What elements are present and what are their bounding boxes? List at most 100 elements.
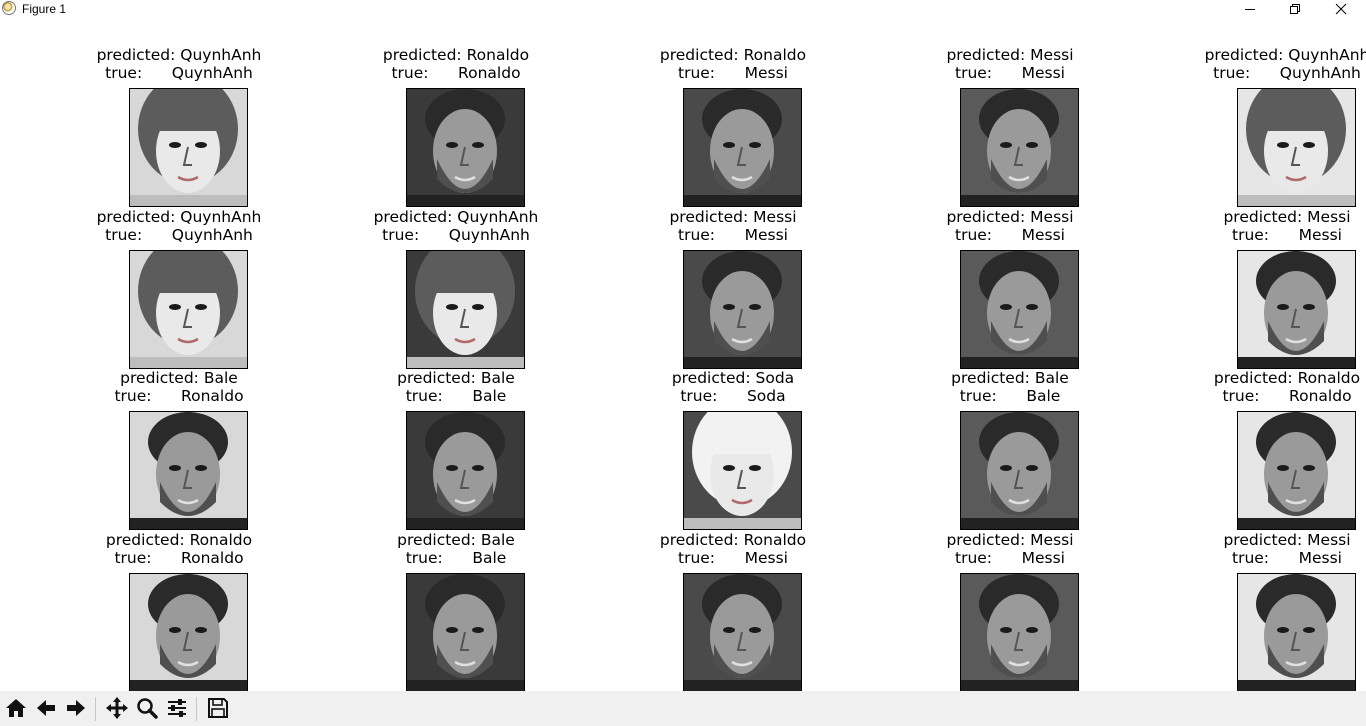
face-image: [407, 412, 524, 529]
face-thumbnail: [960, 88, 1079, 207]
face-thumbnail: [683, 573, 802, 692]
forward-button[interactable]: [63, 695, 89, 721]
window-title-bar: Figure 1: [0, 0, 1366, 18]
true-prefix: true:: [105, 226, 143, 244]
predicted-value: QuynhAnh: [180, 46, 262, 64]
predicted-value: Messi: [1307, 208, 1351, 226]
pan-button[interactable]: [104, 695, 130, 721]
face-thumbnail: [683, 250, 802, 369]
true-prefix: true:: [955, 549, 993, 567]
true-value: Bale: [1026, 387, 1061, 405]
face-thumbnail: [129, 411, 248, 530]
window-title: Figure 1: [22, 2, 67, 16]
true-value: Messi: [744, 226, 788, 244]
face-image: [407, 89, 524, 206]
predicted-prefix: predicted:: [96, 46, 176, 64]
zoom-button[interactable]: [134, 695, 160, 721]
predicted-label: predicted: Ronaldo: [1149, 370, 1366, 387]
true-value: Messi: [744, 549, 788, 567]
face-thumbnail: [406, 573, 525, 692]
toolbar-separator: [196, 697, 197, 721]
predicted-value: Ronaldo: [743, 46, 807, 64]
true-label: true: Bale: [318, 550, 594, 567]
true-value: Ronaldo: [181, 387, 244, 405]
face-thumbnail: [1237, 411, 1356, 530]
predicted-value: QuynhAnh: [457, 208, 539, 226]
predicted-prefix: predicted:: [1213, 369, 1293, 387]
subplot-cell: predicted: Messi true: Messi: [872, 47, 1148, 209]
close-button[interactable]: [1318, 0, 1364, 18]
true-label: true: Messi: [595, 227, 871, 244]
predicted-prefix: predicted:: [671, 369, 751, 387]
back-button[interactable]: [33, 695, 59, 721]
true-value: Bale: [472, 387, 507, 405]
face-image: [130, 89, 247, 206]
subplot-cell: predicted: Bale true: Bale: [318, 370, 594, 532]
true-prefix: true:: [1213, 64, 1251, 82]
face-image: [961, 574, 1078, 691]
predicted-prefix: predicted:: [946, 46, 1026, 64]
true-value: QuynhAnh: [171, 226, 253, 244]
true-prefix: true:: [678, 64, 716, 82]
predicted-prefix: predicted:: [373, 208, 453, 226]
predicted-prefix: predicted:: [382, 46, 462, 64]
pan-icon: [106, 697, 128, 719]
true-value: Messi: [744, 64, 788, 82]
predicted-value: Messi: [1030, 531, 1074, 549]
predicted-label: predicted: Messi: [595, 209, 871, 226]
predicted-prefix: predicted:: [659, 531, 739, 549]
subplot-cell: predicted: Messi true: Messi: [872, 532, 1148, 694]
predicted-value: Messi: [1030, 208, 1074, 226]
zoom-icon: [137, 698, 158, 719]
subplot-cell: predicted: Bale true: Bale: [318, 532, 594, 694]
figure-app-icon: [2, 1, 16, 15]
subplot-cell: predicted: Messi true: Messi: [1149, 532, 1366, 694]
face-image: [407, 251, 524, 368]
true-label: true: Ronaldo: [41, 388, 317, 405]
predicted-prefix: predicted:: [669, 208, 749, 226]
true-label: true: QuynhAnh: [41, 227, 317, 244]
true-value: QuynhAnh: [1279, 64, 1361, 82]
predicted-value: Bale: [203, 369, 238, 387]
subplot-cell: predicted: Messi true: Messi: [595, 209, 871, 371]
face-image: [684, 412, 801, 529]
predicted-prefix: predicted:: [951, 369, 1030, 387]
navigation-toolbar: [0, 691, 1366, 726]
predicted-prefix: predicted:: [1223, 208, 1303, 226]
face-thumbnail: [960, 250, 1079, 369]
face-thumbnail: [1237, 88, 1356, 207]
true-label: true: Ronaldo: [41, 550, 317, 567]
predicted-value: QuynhAnh: [1288, 46, 1366, 64]
home-button[interactable]: [3, 695, 29, 721]
face-thumbnail: [129, 88, 248, 207]
save-button[interactable]: [205, 695, 231, 721]
face-image: [684, 574, 801, 691]
true-prefix: true:: [114, 549, 152, 567]
predicted-label: predicted: Bale: [41, 370, 317, 387]
face-image: [130, 574, 247, 691]
predicted-label: predicted: Messi: [1149, 532, 1366, 549]
true-value: Messi: [1298, 549, 1342, 567]
predicted-value: Bale: [480, 369, 515, 387]
true-value: Messi: [1021, 549, 1065, 567]
predicted-label: predicted: Messi: [872, 532, 1148, 549]
true-prefix: true:: [955, 64, 993, 82]
face-image: [1238, 574, 1355, 691]
true-label: true: Messi: [1149, 550, 1366, 567]
face-image: [1238, 89, 1355, 206]
predicted-value: Bale: [480, 531, 515, 549]
minimize-button[interactable]: [1227, 0, 1273, 18]
face-thumbnail: [960, 573, 1079, 692]
true-value: Soda: [746, 387, 786, 405]
minimize-icon: [1245, 9, 1255, 10]
true-prefix: true:: [405, 387, 443, 405]
predicted-value: Ronaldo: [1297, 369, 1361, 387]
restore-button[interactable]: [1272, 0, 1318, 18]
subplots-button[interactable]: [164, 695, 190, 721]
true-label: true: Soda: [595, 388, 871, 405]
predicted-prefix: predicted:: [1223, 531, 1303, 549]
save-icon: [208, 698, 228, 718]
face-image: [961, 89, 1078, 206]
subplot-cell: predicted: Soda true: Soda: [595, 370, 871, 532]
predicted-label: predicted: QuynhAnh: [41, 209, 317, 226]
